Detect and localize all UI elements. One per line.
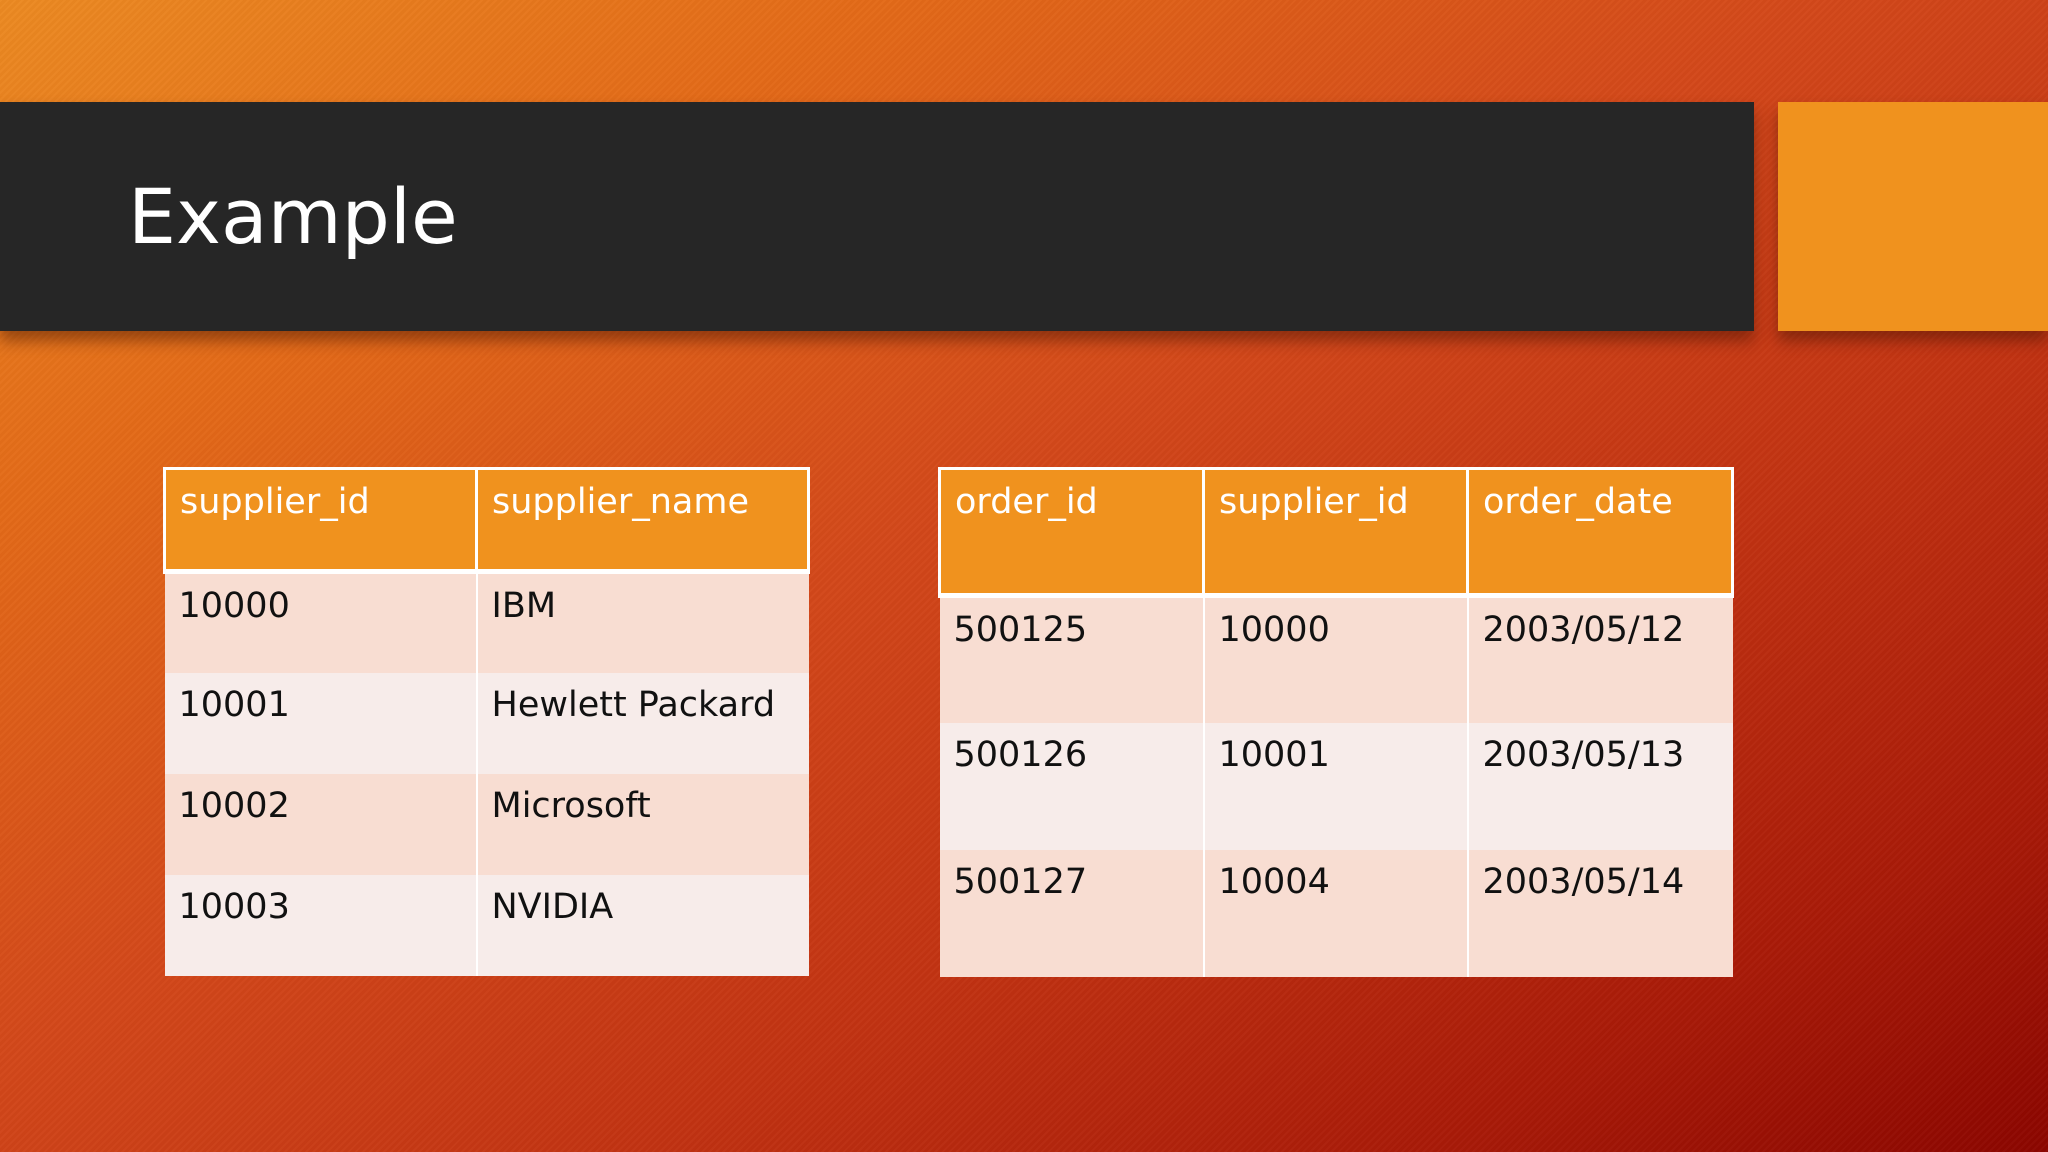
- table-row: 10001 Hewlett Packard: [164, 672, 809, 774]
- orders-table: order_id supplier_id order_date 500125 1…: [938, 467, 1734, 977]
- column-header: supplier_name: [475, 467, 810, 572]
- table-row: 10002 Microsoft: [164, 773, 809, 875]
- table-cell: 10002: [164, 773, 477, 875]
- suppliers-table: supplier_id supplier_name 10000 IBM 1000…: [163, 467, 810, 976]
- table-cell: NVIDIA: [475, 874, 809, 976]
- table-cell: 500125: [939, 595, 1204, 723]
- table-row: 10000 IBM: [164, 571, 809, 673]
- accent-square: [1778, 102, 2048, 331]
- table-header-row: order_id supplier_id order_date: [938, 467, 1734, 596]
- table-cell: 2003/05/13: [1466, 722, 1733, 850]
- slide-title: Example: [128, 171, 458, 261]
- slide: Example supplier_id supplier_name 10000 …: [0, 0, 2048, 1152]
- table-cell: 2003/05/14: [1466, 849, 1733, 977]
- title-bar: Example: [0, 102, 1754, 331]
- table-cell: Microsoft: [475, 773, 809, 875]
- table-header-row: supplier_id supplier_name: [163, 467, 810, 572]
- column-header: supplier_id: [1202, 467, 1468, 596]
- table-cell: Hewlett Packard: [475, 672, 809, 774]
- column-header: order_date: [1466, 467, 1734, 596]
- table-cell: IBM: [475, 571, 809, 673]
- table-cell: 500127: [939, 849, 1204, 977]
- table-cell: 10003: [164, 874, 477, 976]
- table-cell: 500126: [939, 722, 1204, 850]
- table-cell: 2003/05/12: [1466, 595, 1733, 723]
- table-cell: 10000: [1202, 595, 1468, 723]
- table-cell: 10004: [1202, 849, 1468, 977]
- column-header: supplier_id: [163, 467, 477, 572]
- table-row: 500127 10004 2003/05/14: [939, 849, 1733, 977]
- table-cell: 10001: [164, 672, 477, 774]
- table-row: 500125 10000 2003/05/12: [939, 595, 1733, 723]
- table-row: 500126 10001 2003/05/13: [939, 722, 1733, 850]
- column-header: order_id: [938, 467, 1204, 596]
- table-cell: 10001: [1202, 722, 1468, 850]
- table-row: 10003 NVIDIA: [164, 874, 809, 976]
- table-cell: 10000: [164, 571, 477, 673]
